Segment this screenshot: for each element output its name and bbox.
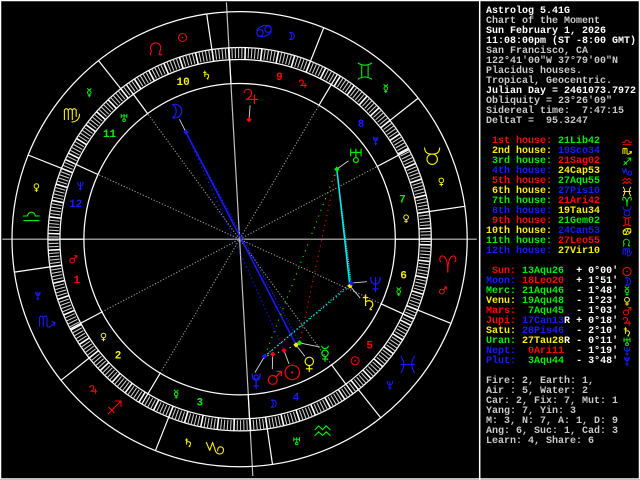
- svg-text:11: 11: [103, 129, 117, 141]
- svg-text:1: 1: [73, 275, 80, 287]
- svg-text:8: 8: [358, 119, 365, 131]
- svg-text:6: 6: [400, 270, 407, 282]
- svg-text:2: 2: [115, 350, 122, 362]
- svg-text:3: 3: [196, 398, 203, 410]
- svg-text:5: 5: [366, 341, 373, 353]
- svg-text:4: 4: [293, 393, 300, 405]
- svg-text:10: 10: [176, 77, 189, 89]
- svg-text:7: 7: [399, 194, 406, 206]
- svg-text:9: 9: [276, 72, 283, 84]
- svg-text:12: 12: [69, 199, 82, 211]
